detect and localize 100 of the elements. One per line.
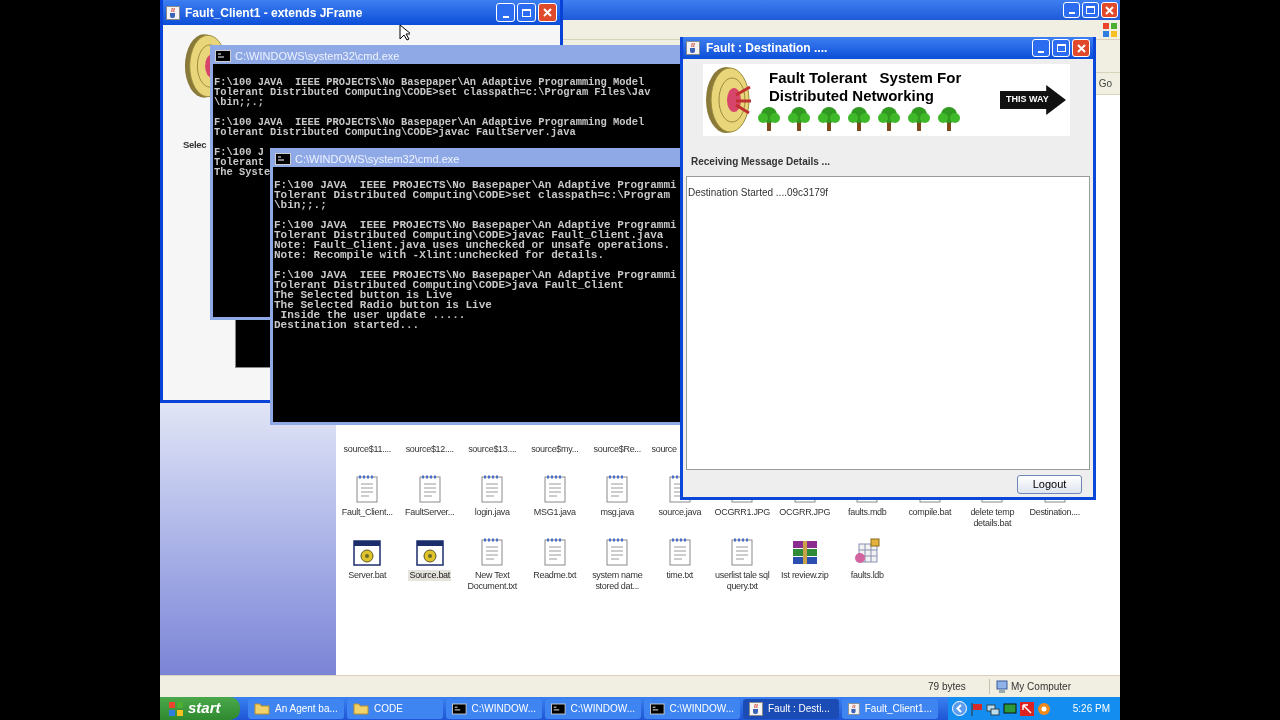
banner-heading: Distributed Networking: [769, 87, 935, 105]
console-icon: [452, 702, 467, 715]
taskbar-button[interactable]: CODE: [347, 698, 443, 719]
console-line: Tolerant Distributed Computing\CODE>javac FaultServer.java: [214, 127, 576, 137]
console-line: Tolerant Distributed Computing\CODE>set classpath=c:\Program: [274, 190, 671, 200]
file-name[interactable]: New Text Document.txt: [461, 570, 524, 592]
minimize-button[interactable]: [496, 3, 515, 22]
tree-icon: [877, 105, 901, 131]
file-name[interactable]: time.txt: [665, 570, 695, 581]
file-name[interactable]: source$12....: [404, 444, 455, 455]
file-name[interactable]: msg.java: [599, 507, 636, 518]
file-name[interactable]: login.java: [473, 507, 511, 518]
close-icon: [1076, 43, 1086, 53]
maximize-button[interactable]: [1052, 39, 1070, 57]
go-button[interactable]: Go: [1096, 76, 1114, 91]
cursor-arrow-icon[interactable]: [1020, 701, 1034, 716]
console-icon: [215, 50, 231, 62]
windows-logo-icon: [168, 700, 184, 717]
file-name[interactable]: source$Re...: [592, 444, 642, 455]
this-way-sign: THIS WAY: [1000, 85, 1066, 115]
file-name[interactable]: Readme.txt: [532, 570, 578, 581]
close-icon: [1105, 5, 1114, 15]
window-title: C:\WINDOWS\system32\cmd.exe: [295, 151, 460, 167]
mouse-cursor-icon: [399, 24, 410, 41]
start-button[interactable]: start: [160, 697, 240, 720]
windows-logo-icon: [1102, 21, 1118, 38]
file-name[interactable]: MSG1.java: [532, 507, 577, 518]
tree-icon: [817, 105, 841, 131]
tree-icon: [937, 105, 961, 131]
file-name[interactable]: system name stored dat...: [586, 570, 649, 592]
close-button[interactable]: [1072, 39, 1090, 57]
console-icon: [551, 702, 566, 715]
tree-icon: [757, 105, 781, 131]
file-name[interactable]: source: [650, 444, 678, 455]
window-title: Fault_Client1 - extends JFrame: [185, 4, 363, 22]
console-line: F:\100 JAVA IEEE PROJECTS\No Basepaper\An Adaptive Programmi: [274, 180, 677, 190]
minimize-button[interactable]: [1063, 2, 1080, 18]
taskbar-button[interactable]: C:\WINDOW...: [446, 698, 542, 719]
ring-icon[interactable]: [1037, 701, 1051, 716]
archive-icon: [790, 540, 819, 566]
tree-icon: [847, 105, 871, 131]
console-line: Inside the user update .....: [280, 310, 466, 320]
file-name[interactable]: faults.mdb: [847, 507, 888, 518]
console-line: The Syste: [214, 167, 271, 177]
file-name[interactable]: Source.bat: [408, 570, 451, 581]
file-name[interactable]: OCGRR.JPG: [778, 507, 832, 518]
file-name[interactable]: Ist review.zip: [780, 570, 830, 581]
console-line: F:\100 JAVA IEEE PROJECTS\No Basepaper\An Adaptive Programming Model: [214, 77, 645, 87]
tree-icon: [787, 105, 811, 131]
file-name[interactable]: FaultServer...: [404, 507, 456, 518]
console-line: \bin;;.;: [214, 97, 264, 107]
console-line: Note: Recompile with -Xlint:unchecked for details.: [274, 250, 605, 260]
database-lock-icon: [853, 538, 882, 566]
maximize-button[interactable]: [517, 3, 536, 22]
file-name[interactable]: Fault_Client...: [340, 507, 394, 518]
status-zone: My Computer: [1011, 680, 1071, 694]
console-line: Tolerant Distributed Computing\CODE>set classpath=c:\Program Files\Jav: [214, 87, 651, 97]
close-button[interactable]: [1101, 2, 1118, 18]
file-name[interactable]: source.java: [657, 507, 703, 518]
file-name[interactable]: compile.bat: [907, 507, 953, 518]
console-icon: [275, 153, 291, 165]
console-line: Tolerant Distributed Computing\CODE>javac Fault_Client.java: [274, 230, 664, 240]
file-name[interactable]: Destination....: [1028, 507, 1081, 518]
folder-icon: [353, 702, 369, 715]
taskbar-button[interactable]: Fault_Client1...: [842, 698, 938, 719]
cup-icon: [686, 41, 700, 55]
file-name[interactable]: delete temp details.bat: [961, 507, 1024, 529]
window-title: C:\WINDOWS\system32\cmd.exe: [235, 48, 400, 64]
file-name[interactable]: faults.ldb: [849, 570, 885, 581]
maximize-button[interactable]: [1082, 2, 1099, 18]
window-title: Fault : Destination ....: [706, 40, 828, 57]
log-text: Destination Started ....09c3179f: [688, 187, 829, 198]
chevron-icon[interactable]: [952, 701, 967, 716]
file-name[interactable]: source$13....: [467, 444, 518, 455]
clock: 5:26 PM: [1072, 702, 1111, 716]
section-label: Receiving Message Details ...: [691, 155, 830, 169]
taskbar-button[interactable]: C:\WINDOW...: [545, 698, 641, 719]
status-size: 79 bytes: [920, 679, 990, 694]
file-name[interactable]: Server.bat: [347, 570, 388, 581]
console-line: F:\100 JAVA IEEE PROJECTS\No Basepaper\An Adaptive Programming Model: [214, 117, 645, 127]
close-button[interactable]: [538, 3, 557, 22]
console-line: Tolerant: [214, 157, 264, 167]
taskbar-button[interactable]: Fault : Desti...: [743, 698, 839, 719]
network-icon[interactable]: [986, 701, 1000, 716]
console-line: \bin;;.;: [274, 200, 327, 210]
folder-icon: [254, 702, 270, 715]
field-label: Selec: [183, 138, 207, 152]
file-name[interactable]: source$11....: [342, 444, 392, 455]
taskbar-button[interactable]: C:\WINDOW...: [644, 698, 740, 719]
minimize-button[interactable]: [1032, 39, 1050, 57]
file-name[interactable]: OCGRR1.JPG: [713, 507, 771, 518]
console-icon: [650, 702, 665, 715]
file-name[interactable]: userlist tale sql query.txt: [711, 570, 774, 592]
file-name[interactable]: source$my...: [530, 444, 580, 455]
monitor-icon[interactable]: [1003, 701, 1017, 716]
cup-icon: [749, 701, 763, 716]
taskbar-button[interactable]: An Agent ba...: [248, 698, 344, 719]
batch-file-icon: [353, 540, 382, 566]
tree-icon: [907, 105, 931, 131]
batch-file-icon: [415, 540, 444, 566]
